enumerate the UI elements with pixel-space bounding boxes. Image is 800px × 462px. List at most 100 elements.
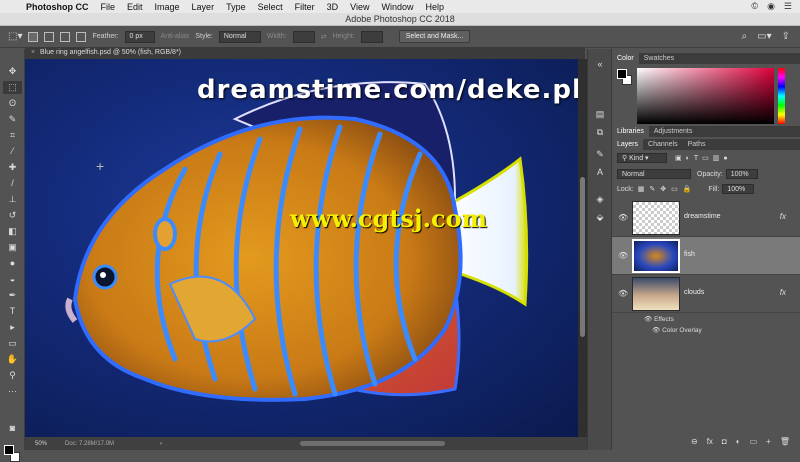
add-style-icon[interactable]: fx [707, 437, 713, 446]
gradient-tool-icon[interactable]: ▣ [3, 241, 22, 254]
eraser-tool-icon[interactable]: ◧ [3, 225, 22, 238]
dodge-tool-icon[interactable]: ◒ [3, 273, 22, 286]
healing-brush-tool-icon[interactable]: ✚ [3, 161, 22, 174]
feather-input[interactable]: 0 px [124, 30, 155, 43]
effects-row[interactable]: 👁 Effects [644, 315, 674, 323]
layer-row-clouds[interactable]: 👁 clouds fx [612, 275, 800, 313]
more-tools-icon[interactable]: ··· [3, 385, 22, 398]
lock-icons[interactable]: ▦✎✥▭🔒 [638, 185, 697, 193]
pen-tool-icon[interactable]: ✒ [3, 289, 22, 302]
layer-filter-select[interactable]: ⚲ Kind ▾ [617, 153, 667, 163]
new-selection-icon[interactable] [28, 31, 39, 42]
tab-libraries[interactable]: Libraries [612, 126, 649, 137]
type-tool-icon[interactable]: T [3, 305, 22, 318]
menu-file[interactable]: File [101, 2, 116, 12]
new-group-icon[interactable]: ▭ [750, 437, 758, 446]
share-icon[interactable]: ⇪ [782, 31, 790, 42]
close-tab-icon[interactable]: × [31, 49, 35, 56]
doc-size[interactable]: Doc: 7.28M/17.0M [65, 441, 160, 447]
delete-layer-icon[interactable]: 🗑 [780, 437, 790, 446]
width-input[interactable] [292, 30, 315, 43]
info-panel-icon[interactable]: ⬙ [594, 212, 606, 223]
layer-name[interactable]: dreamstime [684, 213, 721, 220]
app-menu[interactable]: Photoshop CC [26, 2, 89, 12]
hue-slider[interactable] [778, 68, 785, 124]
search-icon[interactable]: ⌕ [742, 31, 748, 42]
zoom-level[interactable]: 50% [25, 441, 65, 447]
marquee-tool-icon[interactable]: ⬚ [3, 81, 22, 94]
visibility-eye-icon[interactable]: 👁 [618, 213, 628, 222]
menu-3d[interactable]: 3D [327, 2, 339, 12]
quick-mask-icon[interactable]: ◙ [3, 422, 22, 435]
tab-layers[interactable]: Layers [612, 139, 644, 150]
vertical-scrollbar[interactable] [578, 59, 587, 437]
quick-select-tool-icon[interactable]: ✎ [3, 113, 22, 126]
history-panel-icon[interactable]: ▤ [594, 109, 606, 120]
layer-row-fish[interactable]: 👁 fish [612, 237, 800, 275]
document-canvas[interactable]: dreamstime.com/deke.php www.cgtsj.com + [25, 59, 578, 437]
layer-comps-icon[interactable]: ◈ [594, 194, 606, 205]
visibility-eye-icon[interactable]: 👁 [618, 289, 628, 298]
scroll-thumb[interactable] [580, 177, 585, 337]
panel-foreground-swatch[interactable] [617, 69, 627, 79]
menu-window[interactable]: Window [381, 2, 413, 12]
menu-list-icon[interactable]: ☰ [784, 1, 792, 12]
brush-tool-icon[interactable]: / [3, 177, 22, 190]
opacity-input[interactable]: 100% [725, 169, 758, 179]
status-arrow-icon[interactable]: › [160, 441, 162, 447]
add-selection-icon[interactable] [44, 31, 55, 42]
layer-name[interactable]: fish [684, 251, 695, 258]
menu-image[interactable]: Image [155, 2, 180, 12]
horizontal-scrollbar[interactable] [300, 441, 445, 446]
move-tool-icon[interactable]: ✥ [3, 65, 22, 78]
collapse-icon[interactable]: « [594, 59, 606, 70]
menu-filter[interactable]: Filter [295, 2, 315, 12]
hand-tool-icon[interactable]: ✋ [3, 353, 22, 366]
menu-help[interactable]: Help [425, 2, 444, 12]
adjustment-layer-icon[interactable]: ◐ [736, 437, 741, 446]
tab-paths[interactable]: Paths [683, 139, 711, 150]
subtract-selection-icon[interactable] [60, 31, 71, 42]
workspace-icon[interactable]: ▭▾ [757, 31, 771, 42]
blend-mode-select[interactable]: Normal [617, 169, 691, 179]
tab-swatches[interactable]: Swatches [639, 53, 679, 64]
menu-edit[interactable]: Edit [127, 2, 143, 12]
fill-input[interactable]: 100% [722, 184, 755, 194]
color-overlay-row[interactable]: 👁 Color Overlay [652, 326, 702, 334]
new-layer-icon[interactable]: + [766, 437, 771, 446]
rectangle-tool-icon[interactable]: ▭ [3, 337, 22, 350]
anti-alias-checkbox[interactable]: Anti-alias [161, 33, 190, 40]
character-panel-icon[interactable]: A [594, 167, 606, 178]
crop-tool-icon[interactable]: ⌗ [3, 129, 22, 142]
layer-fx-icon[interactable]: fx [780, 212, 786, 221]
clone-stamp-tool-icon[interactable]: ⊥ [3, 193, 22, 206]
menu-layer[interactable]: Layer [192, 2, 215, 12]
tab-adjustments[interactable]: Adjustments [649, 126, 698, 137]
tab-color[interactable]: Color [612, 53, 639, 64]
foreground-color-swatch[interactable] [4, 445, 14, 455]
style-select[interactable]: Normal [218, 30, 261, 43]
layer-row-dreamstime[interactable]: 👁 dreamstime fx [612, 199, 800, 237]
tab-channels[interactable]: Channels [643, 139, 683, 150]
menu-type[interactable]: Type [226, 2, 246, 12]
zoom-tool-icon[interactable]: ⚲ [3, 369, 22, 382]
swap-icon[interactable]: ⇄ [321, 33, 327, 41]
intersect-selection-icon[interactable] [76, 31, 87, 42]
path-selection-tool-icon[interactable]: ▸ [3, 321, 22, 334]
height-input[interactable] [360, 30, 383, 43]
creative-cloud-icon[interactable]: © [751, 1, 758, 12]
visibility-eye-icon[interactable]: 👁 [618, 251, 628, 260]
brush-panel-icon[interactable]: ✎ [594, 149, 606, 160]
properties-panel-icon[interactable]: ⧉ [594, 127, 606, 138]
layer-name[interactable]: clouds [684, 289, 704, 296]
eyedropper-tool-icon[interactable]: ⁄ [3, 145, 22, 158]
select-and-mask-button[interactable]: Select and Mask... [398, 30, 471, 43]
record-icon[interactable]: ◉ [767, 1, 775, 12]
marquee-tool-preset-icon[interactable]: ⬚▾ [8, 31, 22, 42]
color-picker-field[interactable] [637, 68, 774, 124]
lasso-tool-icon[interactable]: ʘ [3, 97, 22, 110]
link-layers-icon[interactable]: ⊖ [691, 437, 698, 446]
menu-view[interactable]: View [350, 2, 369, 12]
filter-type-icons[interactable]: ▣◐T▭▥● [675, 154, 732, 162]
layer-fx-icon[interactable]: fx [780, 288, 786, 297]
